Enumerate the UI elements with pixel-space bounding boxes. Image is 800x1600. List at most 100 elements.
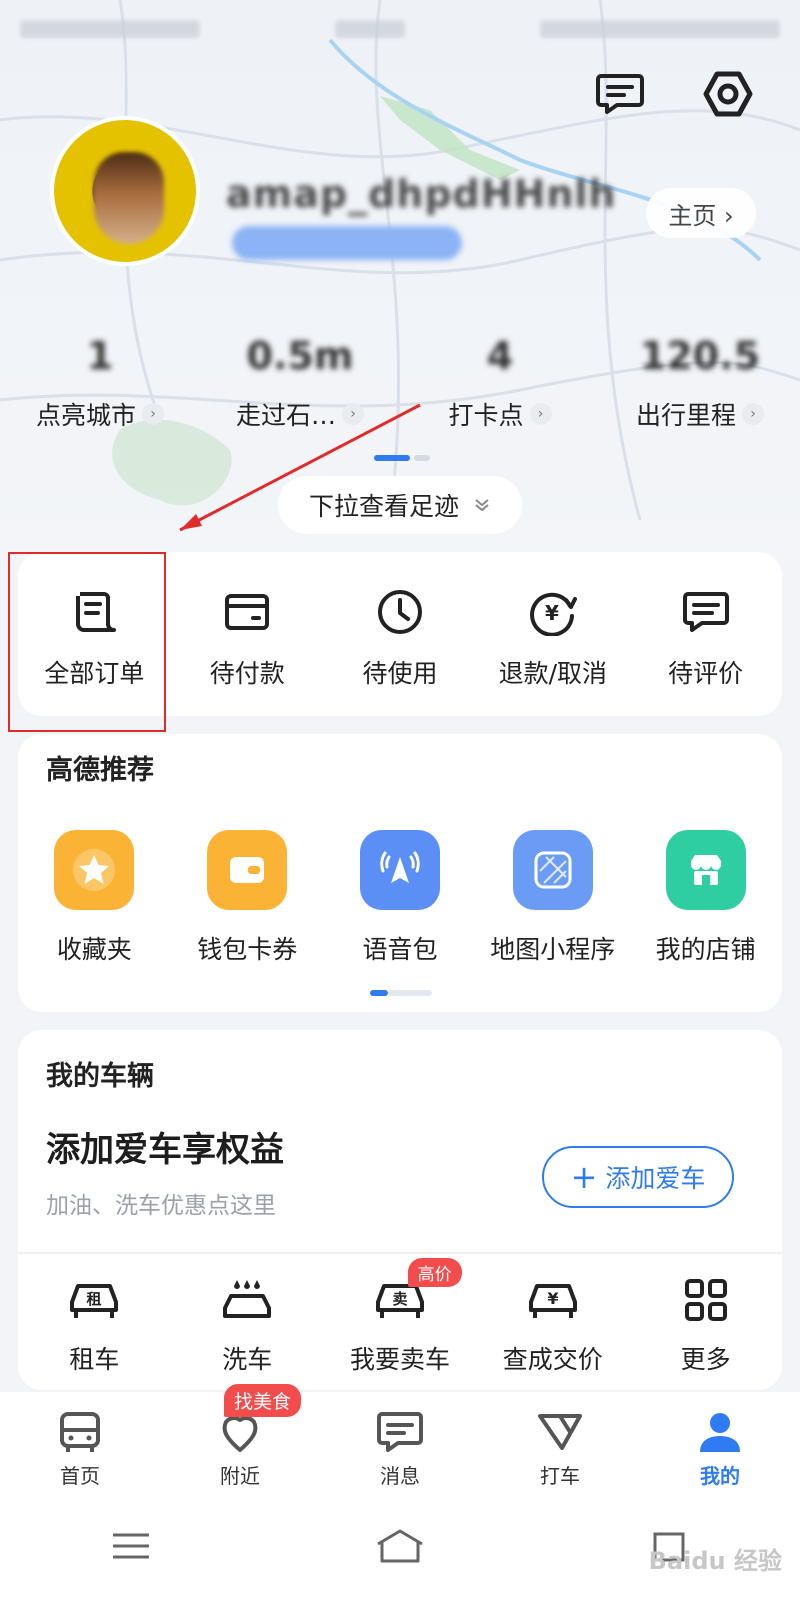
car-price-icon: ¥ xyxy=(528,1284,577,1318)
order-to-review[interactable]: 待评价 xyxy=(629,552,782,716)
tab-home[interactable]: 首页 xyxy=(0,1392,160,1492)
tab-messages[interactable]: 消息 xyxy=(320,1392,480,1492)
stat-value-blurred: 1 xyxy=(86,334,114,378)
profile-icon xyxy=(700,1413,740,1452)
car-rent-icon: 租 xyxy=(70,1284,119,1318)
stat-mileage[interactable]: 120.5 出行里程 › xyxy=(600,334,800,432)
chevron-right-icon: › xyxy=(529,403,552,425)
svg-text:¥: ¥ xyxy=(545,601,559,625)
voice-pack-icon xyxy=(359,830,440,910)
tab-label: 首页 xyxy=(60,1464,100,1488)
vehicle-card: 我的车辆 添加爱车享权益 加油、洗车优惠点这里 + 添加爱车 租 租车 洗车 卖… xyxy=(18,1030,782,1390)
pull-footprint-button[interactable]: 下拉查看足迹 xyxy=(278,476,522,534)
svg-text:¥: ¥ xyxy=(547,1289,558,1308)
star-icon xyxy=(54,830,135,910)
tab-label: 打车 xyxy=(540,1464,580,1488)
rec-label: 我的店铺 xyxy=(655,935,756,964)
tab-label: 我的 xyxy=(700,1464,740,1488)
recommend-page-indicator xyxy=(370,990,432,996)
order-label: 退款/取消 xyxy=(498,659,607,688)
stat-cities[interactable]: 1 点亮城市 › xyxy=(0,334,200,432)
shop-icon xyxy=(665,830,746,910)
stat-value-blurred: 4 xyxy=(486,334,514,378)
svc-label: 我要卖车 xyxy=(349,1345,450,1374)
svc-rent[interactable]: 租 租车 xyxy=(18,1276,171,1376)
order-refund[interactable]: ¥ 退款/取消 xyxy=(476,552,629,716)
svg-text:卖: 卖 xyxy=(392,1290,407,1308)
order-label: 待付款 xyxy=(209,659,285,688)
vehicle-services-row: 租 租车 洗车 卖 高价 我要卖车 ¥ 查成交价 更多 xyxy=(18,1258,782,1376)
wallet-card-icon xyxy=(207,830,288,910)
taxi-icon xyxy=(538,1414,582,1450)
svc-more[interactable]: 更多 xyxy=(629,1276,782,1376)
menu-icon[interactable] xyxy=(111,1531,151,1561)
svg-text:租: 租 xyxy=(87,1290,102,1308)
watermark: Baidu 经验 xyxy=(648,1547,782,1575)
divider xyxy=(18,1252,782,1254)
comment-icon xyxy=(682,592,729,632)
settings-hex-icon xyxy=(703,71,753,117)
settings-button[interactable] xyxy=(700,66,756,122)
svc-wash[interactable]: 洗车 xyxy=(171,1276,324,1376)
rec-label: 收藏夹 xyxy=(56,935,132,964)
stat-label: 点亮城市 xyxy=(35,401,136,430)
tab-me[interactable]: 我的 xyxy=(640,1392,800,1492)
tab-nearby[interactable]: 找美食 附近 xyxy=(160,1384,320,1492)
chevron-right-icon: › xyxy=(142,403,164,425)
rec-label: 钱包卡券 xyxy=(197,935,298,964)
order-label: 待使用 xyxy=(362,659,438,688)
svc-price[interactable]: ¥ 查成交价 xyxy=(476,1276,629,1376)
stats-row: 1 点亮城市 › 0.5m 走过石… › 4 打卡点 › 120.5 出行里程 › xyxy=(0,334,800,432)
bus-home-icon xyxy=(60,1412,100,1452)
rec-mini-program[interactable]: 地图小程序 xyxy=(476,830,629,966)
chevron-right-icon: › xyxy=(342,403,364,425)
tab-taxi[interactable]: 打车 xyxy=(480,1392,640,1492)
annotation-highlight-box xyxy=(8,552,166,732)
order-pending-payment[interactable]: 待付款 xyxy=(171,552,324,716)
status-bar xyxy=(20,12,780,46)
rec-label: 语音包 xyxy=(362,935,438,964)
rec-voice-pack[interactable]: 语音包 xyxy=(324,830,477,966)
high-price-badge: 高价 xyxy=(407,1258,462,1287)
rec-wallet[interactable]: 钱包卡券 xyxy=(171,830,324,966)
recommend-row: 收藏夹 钱包卡券 语音包 地图小程序 我的店铺 xyxy=(18,830,782,966)
order-label: 待评价 xyxy=(668,659,744,688)
clock-icon xyxy=(377,590,422,634)
section-title: 我的车辆 xyxy=(46,1061,154,1092)
add-car-label: 添加爱车 xyxy=(605,1164,706,1193)
status-left xyxy=(20,20,200,38)
svc-sell[interactable]: 卖 高价 我要卖车 xyxy=(324,1258,477,1376)
recommend-card: 高德推荐 收藏夹 钱包卡券 语音包 地图小程序 我的店铺 xyxy=(18,734,782,1012)
rec-favorites[interactable]: 收藏夹 xyxy=(18,830,171,966)
avatar[interactable] xyxy=(50,116,200,266)
svc-label: 洗车 xyxy=(222,1345,273,1374)
svc-label: 查成交价 xyxy=(502,1345,603,1374)
username-blurred: amap_dhpdHHnlh xyxy=(226,172,617,216)
chevron-right-icon: › xyxy=(742,403,764,425)
home-icon[interactable] xyxy=(374,1528,426,1564)
find-food-badge: 找美食 xyxy=(224,1384,302,1417)
double-chevron-down-icon xyxy=(475,499,489,512)
car-wash-icon xyxy=(223,1280,272,1318)
vehicle-subtitle: 加油、洗车优惠点这里 xyxy=(46,1193,276,1219)
vehicle-headline: 添加爱车享权益 xyxy=(46,1130,284,1170)
chat-icon xyxy=(596,74,644,114)
stat-steps[interactable]: 0.5m 走过石… › xyxy=(200,334,400,432)
order-to-use[interactable]: 待使用 xyxy=(324,552,477,716)
svc-label: 更多 xyxy=(680,1345,731,1374)
user-id-blurred xyxy=(232,226,462,260)
avatar-photo xyxy=(94,152,164,244)
status-right xyxy=(540,20,780,38)
plus-icon: + xyxy=(570,1158,598,1196)
message-button[interactable] xyxy=(592,66,648,122)
status-time xyxy=(335,20,405,38)
tab-label: 消息 xyxy=(380,1464,420,1488)
rec-my-shop[interactable]: 我的店铺 xyxy=(629,830,782,966)
bottom-tab-bar: 首页 找美食 附近 消息 打车 我的 xyxy=(0,1384,800,1492)
message-icon xyxy=(377,1412,423,1452)
svc-label: 租车 xyxy=(69,1345,120,1374)
stat-label: 打卡点 xyxy=(448,401,524,430)
home-page-button[interactable]: 主页 › xyxy=(646,188,756,238)
stat-checkins[interactable]: 4 打卡点 › xyxy=(400,334,600,432)
add-car-button[interactable]: + 添加爱车 xyxy=(542,1146,734,1208)
